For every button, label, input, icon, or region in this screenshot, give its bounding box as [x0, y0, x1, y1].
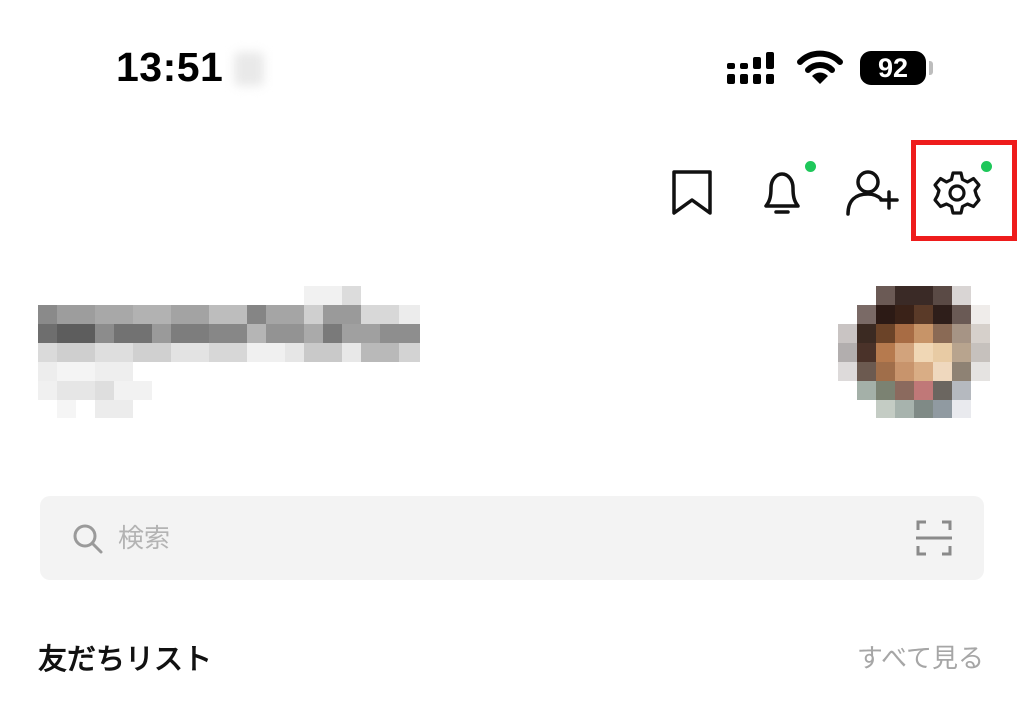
cellular-signal-icon — [727, 52, 774, 84]
add-friend-icon[interactable] — [842, 166, 902, 218]
home-screen: 13:51 92 検索 友だちリスト すべて見る — [0, 0, 1024, 702]
wifi-icon — [797, 50, 843, 84]
avatar[interactable] — [838, 286, 990, 418]
bookmark-icon[interactable] — [670, 170, 714, 216]
obscured-profile-name — [38, 286, 420, 418]
notification-badge — [805, 161, 816, 172]
battery-indicator: 92 — [860, 51, 926, 85]
obscured-status-indicator — [234, 52, 264, 86]
search-bar[interactable] — [40, 496, 984, 580]
search-input[interactable] — [118, 522, 818, 556]
battery-tip — [929, 61, 933, 75]
settings-highlight-frame — [911, 140, 1017, 241]
bell-icon[interactable] — [756, 166, 808, 218]
friends-list-title: 友だちリスト — [38, 642, 213, 676]
see-all-link[interactable]: すべて見る — [857, 638, 984, 675]
qr-scan-icon[interactable] — [916, 520, 952, 556]
status-time: 13:51 — [116, 44, 224, 90]
search-icon — [73, 524, 103, 554]
battery-level: 92 — [877, 52, 909, 83]
